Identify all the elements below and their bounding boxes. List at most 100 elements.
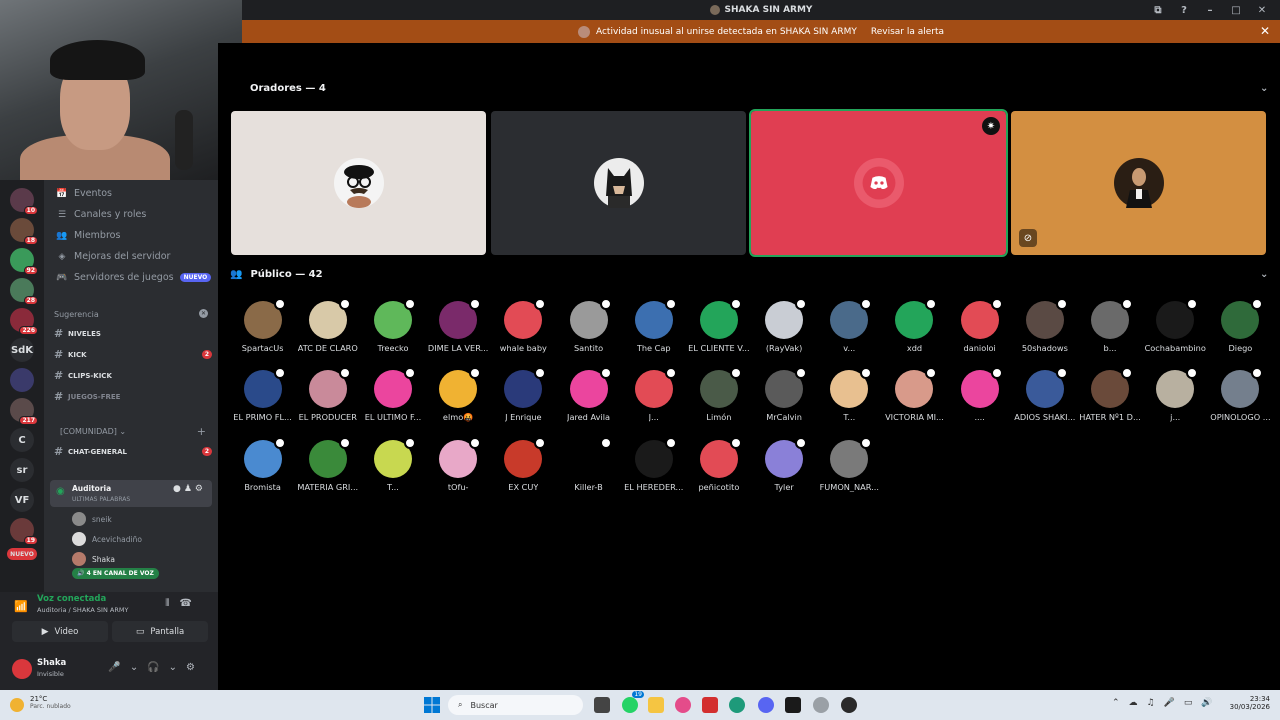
audience-member[interactable]: EL CLIENTE V... bbox=[686, 298, 751, 353]
audience-member[interactable]: DIME LA VER... bbox=[426, 298, 491, 353]
voice-tools[interactable]: ⦀☎ bbox=[165, 598, 202, 609]
audience-member[interactable]: EL HEREDER... bbox=[621, 437, 686, 492]
audience-member[interactable]: xdd bbox=[882, 298, 947, 353]
server-icon[interactable]: 10 bbox=[10, 188, 38, 215]
task-view-icon[interactable] bbox=[594, 697, 610, 713]
close-alert-icon[interactable]: ✕ bbox=[1260, 24, 1270, 38]
audience-member[interactable]: EL ULTIMO F... bbox=[360, 367, 425, 423]
channel-tools[interactable]: ●♟⚙ bbox=[173, 484, 206, 494]
obs-icon[interactable] bbox=[813, 697, 829, 713]
channel-niveles[interactable]: # NIVELES bbox=[54, 327, 212, 340]
menu-server-boosts[interactable]: ◈ Mejoras del servidor bbox=[56, 251, 171, 262]
audience-member[interactable]: SpartacUs bbox=[230, 298, 295, 353]
audience-member[interactable]: T... bbox=[817, 367, 882, 423]
audience-member[interactable]: OPINOLOGO ... bbox=[1208, 367, 1273, 423]
windows-start-icon[interactable] bbox=[424, 697, 440, 713]
taskbar-clock[interactable]: 23:34 30/03/2026 bbox=[1230, 695, 1270, 711]
audience-member[interactable]: v... bbox=[817, 298, 882, 353]
speaker-tile[interactable] bbox=[491, 111, 746, 255]
audience-member[interactable]: EX CUY bbox=[491, 437, 556, 492]
minimize-button[interactable]: – bbox=[1204, 5, 1216, 16]
audience-member[interactable]: J Enrique bbox=[491, 367, 556, 423]
server-icon[interactable]: 217 bbox=[10, 398, 38, 425]
voice-user[interactable]: Shaka bbox=[72, 552, 115, 566]
channel-kick[interactable]: # KICK 2 bbox=[54, 348, 212, 361]
app-icon[interactable] bbox=[841, 697, 857, 713]
audience-member[interactable]: Killer-B bbox=[556, 437, 621, 492]
server-icon[interactable]: 92 bbox=[10, 248, 38, 275]
server-icon[interactable]: 28 bbox=[10, 278, 38, 305]
terminal-icon[interactable] bbox=[785, 697, 801, 713]
audience-member[interactable]: EL PRODUCER bbox=[295, 367, 360, 423]
user-controls[interactable]: 🎤⌄🎧⌄⚙ bbox=[108, 662, 204, 673]
audience-member[interactable]: MrCalvin bbox=[752, 367, 817, 423]
user-name[interactable]: Shaka bbox=[37, 658, 66, 668]
channel-clips-kick[interactable]: # CLIPS-KICK bbox=[54, 369, 212, 382]
weather-widget[interactable]: 21°C Parc. nublado bbox=[30, 695, 71, 710]
voice-status[interactable]: Voz conectada bbox=[37, 594, 106, 604]
audience-member[interactable]: j... bbox=[1143, 367, 1208, 423]
close-window-button[interactable]: ✕ bbox=[1256, 5, 1268, 16]
in-voice-pill[interactable]: 🔊 4 EN CANAL DE VOZ bbox=[72, 568, 159, 579]
audience-member[interactable]: Santito bbox=[556, 298, 621, 353]
audience-member[interactable]: tOfu- bbox=[426, 437, 491, 492]
server-icon[interactable] bbox=[10, 368, 34, 392]
audience-member[interactable]: The Cap bbox=[621, 298, 686, 353]
server-icon[interactable]: C bbox=[10, 428, 34, 452]
audience-member[interactable]: T... bbox=[360, 437, 425, 492]
copilot-icon[interactable] bbox=[675, 697, 691, 713]
edge-icon[interactable] bbox=[729, 697, 745, 713]
audience-member[interactable]: .... bbox=[947, 367, 1012, 423]
audience-member[interactable]: ATC DE CLARO bbox=[295, 298, 360, 353]
audience-member[interactable]: Limón bbox=[686, 367, 751, 423]
channel-chat-general[interactable]: # CHAT-GENERAL 2 bbox=[54, 445, 212, 458]
audience-header[interactable]: 👥 Público — 42 ⌄ bbox=[230, 269, 1268, 280]
app-icon[interactable] bbox=[702, 697, 718, 713]
file-explorer-icon[interactable] bbox=[648, 697, 664, 713]
audience-member[interactable]: (RayVak) bbox=[752, 298, 817, 353]
audience-member[interactable]: elmo🤬 bbox=[426, 367, 491, 423]
server-icon[interactable]: sr bbox=[10, 458, 34, 482]
server-icon[interactable]: 226 bbox=[10, 308, 38, 335]
audience-member[interactable]: Treecko bbox=[360, 298, 425, 353]
audience-member[interactable]: ADIOS SHAKI... bbox=[1012, 367, 1077, 423]
audience-member[interactable]: peñicotito bbox=[686, 437, 751, 492]
server-icon[interactable]: SdK bbox=[10, 338, 34, 362]
audience-member[interactable]: MATERIA GRI... bbox=[295, 437, 360, 492]
speakers-header[interactable]: Oradores — 4 ⌄ bbox=[250, 83, 1268, 94]
community-category[interactable]: [COMUNIDAD] ⌄ bbox=[60, 427, 126, 436]
inbox-icon[interactable]: ⧉ bbox=[1152, 5, 1164, 16]
audience-member[interactable]: Bromista bbox=[230, 437, 295, 492]
audience-member[interactable]: Jared Avila bbox=[556, 367, 621, 423]
audience-member[interactable]: EL PRIMO FL... bbox=[230, 367, 295, 423]
menu-members[interactable]: 👥 Miembros bbox=[56, 230, 120, 241]
add-channel-icon[interactable]: + bbox=[197, 425, 206, 438]
speaker-tile-active[interactable]: ✷ bbox=[749, 109, 1008, 257]
settings-icon[interactable]: ✷ bbox=[982, 117, 1000, 135]
menu-events[interactable]: 📅 Eventos bbox=[56, 188, 112, 199]
stage-channel-auditoria[interactable]: ◉ Auditoria ULTIMAS PALABRAS ●♟⚙ bbox=[50, 480, 212, 507]
whatsapp-icon[interactable]: 19 bbox=[622, 691, 644, 713]
audience-member[interactable]: VICTORIA MI... bbox=[882, 367, 947, 423]
audience-member[interactable]: b... bbox=[1077, 298, 1142, 353]
audience-member[interactable]: Tyler bbox=[752, 437, 817, 492]
audience-member[interactable]: 50shadows bbox=[1012, 298, 1077, 353]
system-tray[interactable]: ⌃☁♫🎤▭🔊 bbox=[1112, 698, 1222, 708]
menu-channels-roles[interactable]: ☰ Canales y roles bbox=[56, 209, 146, 220]
audience-member[interactable]: HATER Nº1 D... bbox=[1077, 367, 1142, 423]
chevron-down-icon[interactable]: ⌄ bbox=[1260, 83, 1268, 94]
weather-icon[interactable] bbox=[10, 698, 24, 712]
audience-member[interactable]: Cochabambino bbox=[1143, 298, 1208, 353]
help-icon[interactable]: ? bbox=[1178, 5, 1190, 16]
screen-share-button[interactable]: ▭ Pantalla bbox=[112, 621, 208, 642]
channel-juegos-free[interactable]: # JUEGOS-FREE bbox=[54, 390, 212, 403]
speaker-tile[interactable]: ⊘ bbox=[1011, 111, 1266, 255]
video-button[interactable]: ▶ Video bbox=[12, 621, 108, 642]
voice-location[interactable]: Auditoria / SHAKA SIN ARMY bbox=[37, 606, 128, 614]
menu-game-servers[interactable]: 🎮 Servidores de juegos NUEVO bbox=[56, 272, 212, 283]
voice-user[interactable]: sneik bbox=[72, 512, 112, 526]
signal-icon[interactable]: 📶 bbox=[14, 600, 28, 613]
server-icon[interactable]: VF bbox=[10, 488, 34, 512]
discord-icon[interactable] bbox=[758, 697, 774, 713]
audience-member[interactable]: whale baby bbox=[491, 298, 556, 353]
